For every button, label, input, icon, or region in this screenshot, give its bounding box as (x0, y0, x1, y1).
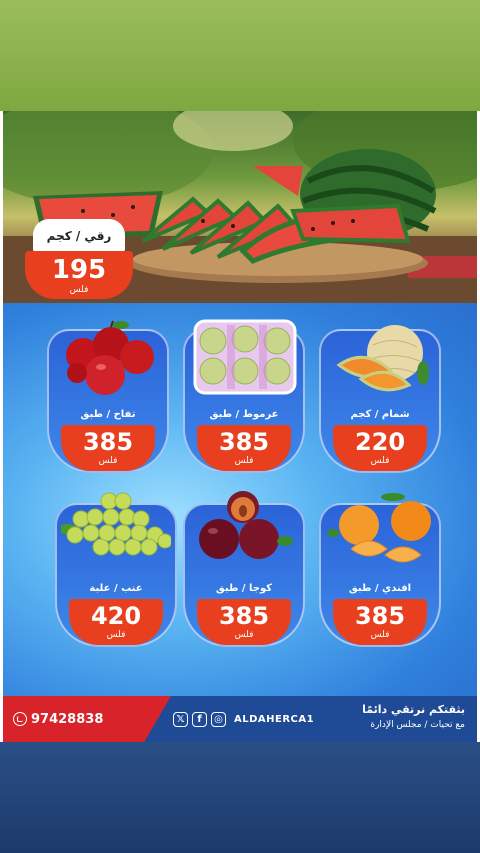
products-area: تفاح / طبق 385 فلس عرموط / طبق 385 فلس ش… (3, 303, 477, 696)
slogan: بثقتكم نرتقي دائمًا مع تحيات / مجلس الإد… (362, 702, 465, 732)
offer-flyer: رقي / كجم 195 فلس تفاح / طبق 385 فلس عرم… (3, 111, 477, 742)
currency: فلس (234, 456, 254, 466)
hero-price-badge: 195 فلس (25, 251, 133, 299)
phone-number: 97428838 (31, 711, 104, 727)
product-card-cantaloupe: شمام / كجم 220 فلس (319, 315, 441, 473)
product-card-grapes: عنب / علبة 420 فلس (55, 489, 177, 647)
price: 385 (82, 428, 134, 456)
whatsapp-icon (13, 712, 27, 726)
price: 420 (90, 602, 142, 630)
currency: فلس (106, 630, 126, 640)
bottom-band (0, 742, 480, 853)
product-label: شمام / كجم (350, 409, 410, 420)
slogan-line-2: مع تحيات / مجلس الإدارة (370, 720, 465, 730)
price: 385 (354, 602, 406, 630)
price: 385 (218, 428, 270, 456)
mandarins-image (327, 493, 431, 563)
product-card-plums: كوجا / طبق 385 فلس (183, 489, 305, 647)
instagram-icon[interactable]: ◎ (211, 711, 226, 727)
price-badge: 385 فلس (197, 425, 291, 471)
currency: فلس (370, 456, 390, 466)
price: 220 (354, 428, 406, 456)
pears-tray-image (193, 319, 297, 395)
product-card-mandarins: افندي / طبق 385 فلس (319, 489, 441, 647)
price-badge: 220 فلس (333, 425, 427, 471)
product-card-apples: تفاح / طبق 385 فلس (47, 315, 169, 473)
price-badge: 385 فلس (61, 425, 155, 471)
product-label: عنب / علبة (89, 583, 143, 594)
hero-currency: فلس (69, 285, 89, 295)
plums-image (199, 491, 293, 559)
product-label: تفاح / طبق (80, 409, 136, 420)
hero-price-tag: رقي / كجم 195 فلس (25, 219, 133, 303)
hero-unit-label: رقي / كجم (33, 219, 125, 253)
x-icon[interactable]: 𝕏 (173, 711, 188, 727)
product-card-pears: عرموط / طبق 385 فلس (183, 315, 305, 473)
hero-price: 195 (51, 255, 107, 285)
facebook-icon[interactable]: f (192, 711, 207, 727)
price-badge: 420 فلس (69, 599, 163, 645)
apples-image (66, 320, 154, 395)
price-badge: 385 فلس (333, 599, 427, 645)
price-badge: 385 فلس (197, 599, 291, 645)
product-label: افندي / طبق (348, 583, 412, 594)
top-band (0, 0, 480, 111)
grapes-image (61, 492, 171, 556)
price: 385 (218, 602, 270, 630)
slogan-line-1: بثقتكم نرتقي دائمًا (362, 703, 465, 716)
currency: فلس (98, 456, 118, 466)
currency: فلس (234, 630, 254, 640)
footer-bar: 97428838 𝕏 f ◎ ALDAHERCA1 بثقتكم نرتقي د… (3, 696, 477, 742)
product-label: كوجا / طبق (215, 583, 273, 594)
currency: فلس (370, 630, 390, 640)
product-label: عرموط / طبق (209, 409, 279, 420)
cantaloupe-image (336, 325, 429, 392)
social-handle: ALDAHERCA1 (234, 713, 315, 725)
whatsapp-contact[interactable]: 97428838 (13, 696, 103, 742)
social-links: 𝕏 f ◎ ALDAHERCA1 (173, 696, 314, 742)
watermelon-hero: رقي / كجم 195 فلس (3, 111, 477, 303)
